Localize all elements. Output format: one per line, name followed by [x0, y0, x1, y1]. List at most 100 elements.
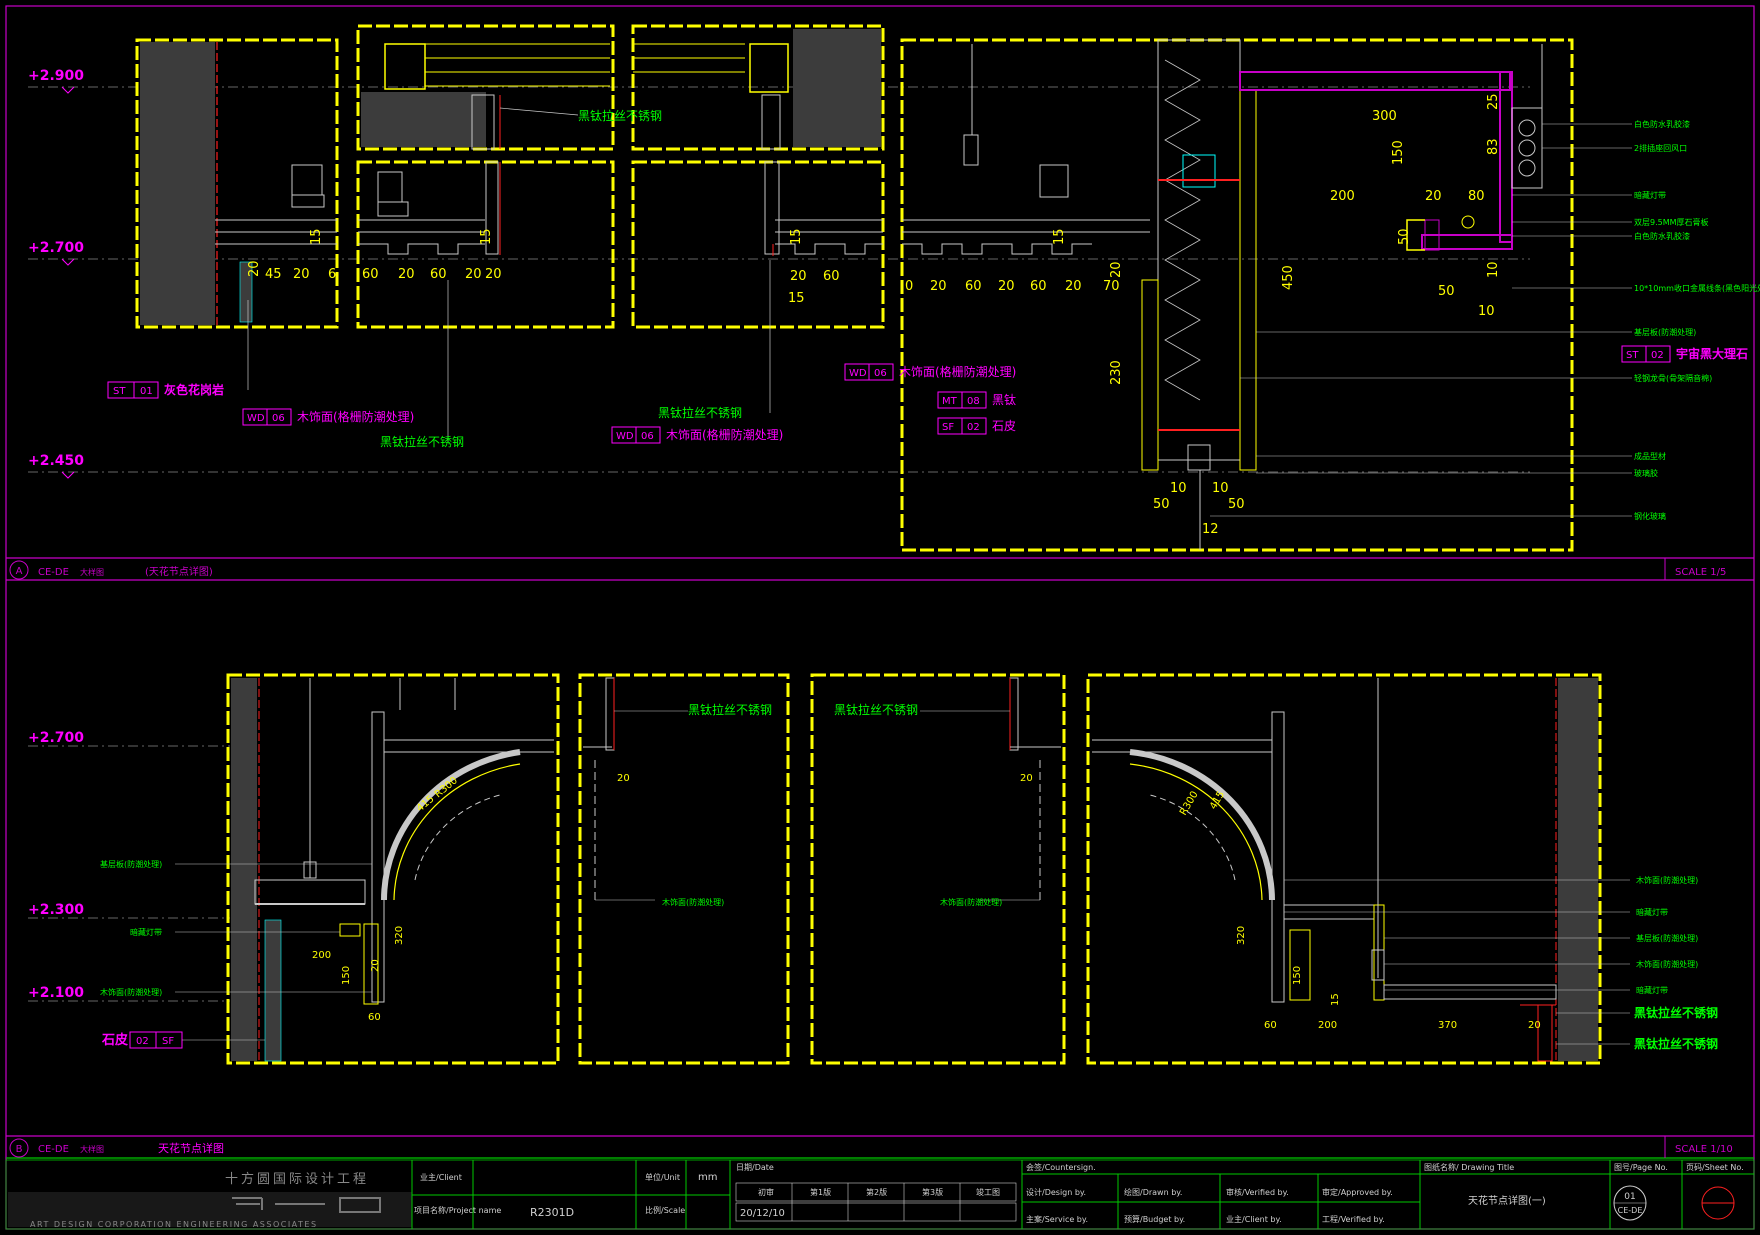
svg-text:项目名称/Project name: 项目名称/Project name	[414, 1205, 501, 1215]
svg-text:60: 60	[1264, 1020, 1277, 1031]
svg-text:60: 60	[823, 269, 840, 284]
svg-text:第3版: 第3版	[922, 1187, 943, 1197]
tag-a-granite: 灰色花岗岩	[164, 382, 224, 397]
svg-text:15: 15	[479, 228, 494, 245]
detail-b4[interactable]	[1086, 673, 1602, 1065]
section-a-title: (天花节点详图)	[145, 565, 213, 578]
svg-text:200: 200	[312, 950, 331, 961]
svg-text:70: 70	[1103, 279, 1120, 294]
svg-text:150: 150	[1391, 140, 1406, 165]
svg-text:200: 200	[1330, 189, 1355, 204]
svg-text:80: 80	[1468, 189, 1485, 204]
tag-a-black-marble: 宇宙黑大理石	[1676, 346, 1748, 361]
svg-text:审定/Approved by.: 审定/Approved by.	[1322, 1187, 1393, 1197]
svg-text:基层板(防潮处理): 基层板(防潮处理)	[1636, 933, 1698, 943]
svg-text:150: 150	[341, 966, 352, 985]
company-name-en: ART DESIGN CORPORATION ENGINEERING ASSOC…	[30, 1220, 318, 1229]
svg-text:25: 25	[1486, 93, 1501, 110]
svg-text:20: 20	[998, 279, 1015, 294]
svg-text:50: 50	[1397, 228, 1412, 245]
svg-text:10: 10	[1212, 481, 1229, 496]
svg-text:木饰面(防潮处理): 木饰面(防潮处理)	[1636, 875, 1698, 885]
svg-text:60: 60	[362, 267, 379, 282]
svg-text:15: 15	[788, 291, 805, 306]
detail-b3[interactable]	[810, 673, 1066, 1065]
level-b-1: +2.700	[28, 730, 84, 746]
svg-text:木饰面(防潮处理): 木饰面(防潮处理)	[1636, 959, 1698, 969]
svg-text:MT: MT	[942, 396, 958, 407]
detail-a3-top[interactable]	[631, 24, 885, 151]
svg-text:06: 06	[272, 413, 285, 424]
svg-text:50: 50	[1438, 284, 1455, 299]
svg-text:图号/Page No.: 图号/Page No.	[1614, 1163, 1668, 1172]
detail-b2[interactable]	[578, 673, 790, 1065]
svg-text:白色防水乳胶漆: 白色防水乳胶漆	[1634, 119, 1690, 129]
svg-text:60: 60	[1030, 279, 1047, 294]
section-b-ref: CE-DE	[38, 1144, 69, 1155]
level-a-1: +2.900	[28, 68, 84, 84]
detail-a4[interactable]	[900, 38, 1574, 552]
tag-a-wood-1: 木饰面(格栅防潮处理)	[297, 409, 414, 424]
svg-text:基层板(防潮处理): 基层板(防潮处理)	[1634, 327, 1696, 337]
detail-a1[interactable]	[135, 38, 339, 329]
svg-text:15: 15	[789, 228, 804, 245]
svg-text:20: 20	[1528, 1020, 1541, 1031]
svg-text:320: 320	[1236, 926, 1247, 945]
detail-b1[interactable]	[226, 673, 560, 1065]
svg-text:02: 02	[967, 422, 980, 433]
detail-a2-top[interactable]	[356, 24, 615, 151]
svg-text:20: 20	[370, 959, 381, 972]
svg-text:轻钢龙骨(骨架隔音棉): 轻钢龙骨(骨架隔音棉)	[1634, 373, 1712, 383]
right-notes-a: 白色防水乳胶漆 2排插座回风口 暗藏灯带 双层9.5MM厚石膏板 白色防水乳胶漆…	[1210, 119, 1760, 521]
company-name-cn: 十方圆国际设计工程	[225, 1171, 369, 1187]
svg-text:审核/Verified by.: 审核/Verified by.	[1226, 1187, 1289, 1197]
section-b-ref-sub: 大样图	[80, 1144, 104, 1154]
page-ref: CE-DE	[1618, 1206, 1643, 1215]
svg-text:预算/Budget by.: 预算/Budget by.	[1124, 1214, 1185, 1224]
note-a-stainless-2: 黑钛拉丝不锈钢	[658, 405, 742, 420]
date-value: 20/12/10	[740, 1208, 785, 1219]
svg-text:木饰面(防潮处理): 木饰面(防潮处理)	[662, 897, 724, 907]
svg-text:黑钛拉丝不锈钢: 黑钛拉丝不锈钢	[1634, 1036, 1718, 1051]
section-a-index: A	[16, 566, 23, 577]
svg-text:R300: R300	[1178, 789, 1201, 817]
svg-text:暗藏灯带: 暗藏灯带	[1636, 985, 1668, 995]
svg-text:第1版: 第1版	[810, 1187, 831, 1197]
svg-text:基层板(防潮处理): 基层板(防潮处理)	[100, 859, 162, 869]
cad-viewport[interactable]: A CE-DE 大样图 (天花节点详图) SCALE 1/5 B CE-DE 大…	[0, 0, 1760, 1235]
detail-a3-bottom[interactable]	[631, 160, 885, 329]
svg-text:200: 200	[1318, 1020, 1337, 1031]
titleblock: 十方圆国际设计工程 ART DESIGN CORPORATION ENGINEE…	[5, 1159, 1755, 1230]
svg-text:mm: mm	[698, 1172, 717, 1183]
note-a-stainless-3: 黑钛拉丝不锈钢	[380, 434, 464, 449]
svg-text:20: 20	[930, 279, 947, 294]
svg-text:150: 150	[1292, 966, 1303, 985]
svg-text:370: 370	[1438, 1020, 1457, 1031]
section-b-scale: SCALE 1/10	[1675, 1144, 1733, 1155]
svg-text:工程/Verified by.: 工程/Verified by.	[1322, 1215, 1385, 1224]
svg-text:主案/Service by.: 主案/Service by.	[1026, 1214, 1088, 1224]
svg-text:02: 02	[1651, 350, 1664, 361]
svg-text:2排插座回风口: 2排插座回风口	[1634, 143, 1687, 153]
svg-text:0: 0	[905, 279, 913, 294]
svg-text:20: 20	[1109, 261, 1124, 278]
tag-a-titanium: 黑钛	[992, 392, 1016, 407]
svg-text:10*10mm收口金属线条(黑色阳光处): 10*10mm收口金属线条(黑色阳光处)	[1634, 283, 1760, 293]
svg-text:WD: WD	[616, 431, 634, 442]
svg-text:业主/Client by.: 业主/Client by.	[1226, 1214, 1282, 1224]
tag-a-wood-2: 木饰面(格栅防潮处理)	[666, 427, 783, 442]
svg-text:绘图/Drawn by.: 绘图/Drawn by.	[1124, 1187, 1182, 1197]
svg-text:60: 60	[965, 279, 982, 294]
svg-text:300: 300	[1372, 109, 1397, 124]
svg-text:20: 20	[1020, 773, 1033, 784]
svg-text:业主/Client: 业主/Client	[420, 1172, 462, 1182]
level-b-2: +2.300	[28, 902, 84, 918]
svg-text:暗藏灯带: 暗藏灯带	[1634, 190, 1666, 200]
svg-text:10: 10	[1486, 261, 1501, 278]
svg-text:白色防水乳胶漆: 白色防水乳胶漆	[1634, 231, 1690, 241]
svg-text:20: 20	[1065, 279, 1082, 294]
note-b-stainless-2: 黑钛拉丝不锈钢	[834, 702, 918, 717]
svg-text:WD: WD	[849, 368, 867, 379]
project-value: R2301D	[530, 1206, 574, 1219]
page-no: 01	[1624, 1192, 1635, 1202]
